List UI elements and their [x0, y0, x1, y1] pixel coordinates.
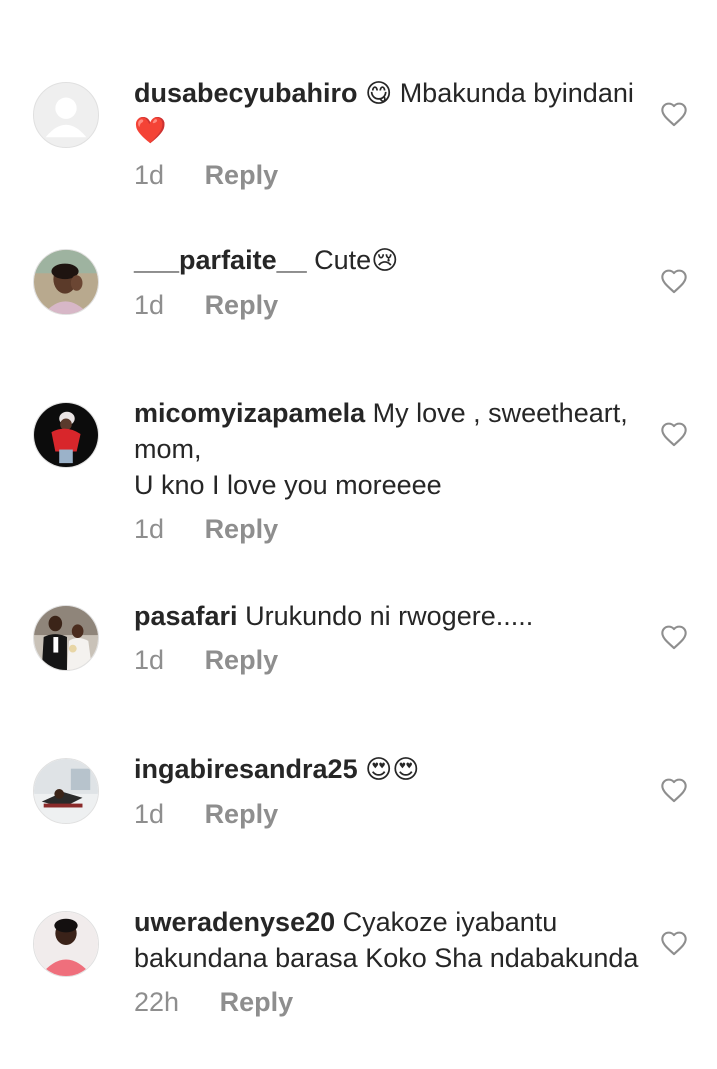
reply-button[interactable]: Reply — [205, 290, 279, 320]
avatar[interactable] — [33, 605, 99, 671]
comment-meta: 1d Reply — [134, 511, 644, 547]
comment-body: micomyizapamela My love , sweetheart, mo… — [134, 395, 644, 547]
like-button[interactable] — [660, 777, 688, 803]
reply-button[interactable]: Reply — [220, 987, 294, 1017]
woman-pink-photo-icon — [34, 912, 98, 976]
red-jacket-photo-icon — [34, 403, 98, 467]
heart-outline-icon — [661, 102, 687, 127]
comment-body: uweradenyse20 Cyakoze iyabantu bakundana… — [134, 904, 644, 1020]
comment-message-line-1: My love , sweetheart, — [372, 398, 628, 428]
red-heart-emoji: ❤️ — [134, 116, 167, 146]
heart-outline-icon — [661, 625, 687, 650]
like-button[interactable] — [660, 624, 688, 650]
heart-eyes-emoji: 😍😍 — [365, 755, 420, 785]
reply-button[interactable]: Reply — [205, 160, 279, 190]
heart-outline-icon — [661, 778, 687, 803]
woman-photo-icon — [34, 250, 98, 314]
like-button[interactable] — [660, 101, 688, 127]
comment-time: 1d — [134, 290, 165, 320]
comment-username[interactable]: ingabiresandra25 — [134, 754, 358, 784]
comment-body: dusabecyubahiro 😋 Mbakunda byindani ❤️ 1… — [134, 75, 644, 193]
comment-message-line-3: U kno I love you moreeee — [134, 470, 442, 500]
comment-username[interactable]: dusabecyubahiro — [134, 78, 358, 108]
like-button[interactable] — [660, 930, 688, 956]
comment-time: 1d — [134, 160, 165, 190]
comment-message: Cute — [314, 245, 372, 275]
heart-outline-icon — [661, 422, 687, 447]
comment-time: 1d — [134, 645, 165, 675]
comment-username[interactable]: ___parfaite__ — [134, 245, 307, 275]
reply-button[interactable]: Reply — [205, 799, 279, 829]
avatar[interactable] — [33, 82, 99, 148]
comment-text: micomyizapamela My love , sweetheart, mo… — [134, 395, 644, 503]
like-button[interactable] — [660, 421, 688, 447]
yum-emoji: 😋 — [365, 79, 393, 109]
comment-username[interactable]: pasafari — [134, 601, 238, 631]
comment-meta: 22h Reply — [134, 984, 644, 1020]
comment-time: 22h — [134, 987, 180, 1017]
reply-button[interactable]: Reply — [205, 645, 279, 675]
comment-meta: 1d Reply — [134, 642, 644, 678]
comment-username[interactable]: uweradenyse20 — [134, 907, 335, 937]
comment-message: Urukundo ni rwogere..... — [245, 601, 534, 631]
comment-time: 1d — [134, 514, 165, 544]
comment-message: Mbakunda byindani — [392, 78, 634, 108]
comment-time: 1d — [134, 799, 165, 829]
comment-meta: 1d Reply — [134, 796, 644, 832]
comment-meta: 1d Reply — [134, 157, 644, 193]
comment-text: dusabecyubahiro 😋 Mbakunda byindani ❤️ — [134, 75, 644, 149]
comment-body: ingabiresandra25 😍😍 1d Reply — [134, 751, 644, 832]
comment-message-line-2: mom, — [134, 434, 202, 464]
comment-text: ___parfaite__ Cute😢 — [134, 242, 644, 279]
heart-outline-icon — [661, 269, 687, 294]
avatar[interactable] — [33, 402, 99, 468]
comment-body: ___parfaite__ Cute😢 1d Reply — [134, 242, 644, 323]
wedding-photo-icon — [34, 606, 98, 670]
heart-outline-icon — [661, 931, 687, 956]
comment-meta: 1d Reply — [134, 287, 644, 323]
avatar[interactable] — [33, 758, 99, 824]
avatar[interactable] — [33, 249, 99, 315]
comment-username[interactable]: micomyizapamela — [134, 398, 365, 428]
like-button[interactable] — [660, 268, 688, 294]
comment-text: uweradenyse20 Cyakoze iyabantu bakundana… — [134, 904, 644, 976]
default-avatar-icon — [34, 83, 98, 147]
avatar[interactable] — [33, 911, 99, 977]
crying-emoji: 😢 — [371, 246, 399, 276]
reply-button[interactable]: Reply — [205, 514, 279, 544]
comment-body: pasafari Urukundo ni rwogere..... 1d Rep… — [134, 598, 644, 678]
comment-text: pasafari Urukundo ni rwogere..... — [134, 598, 644, 634]
comment-text: ingabiresandra25 😍😍 — [134, 751, 644, 788]
room-photo-icon — [34, 759, 98, 823]
